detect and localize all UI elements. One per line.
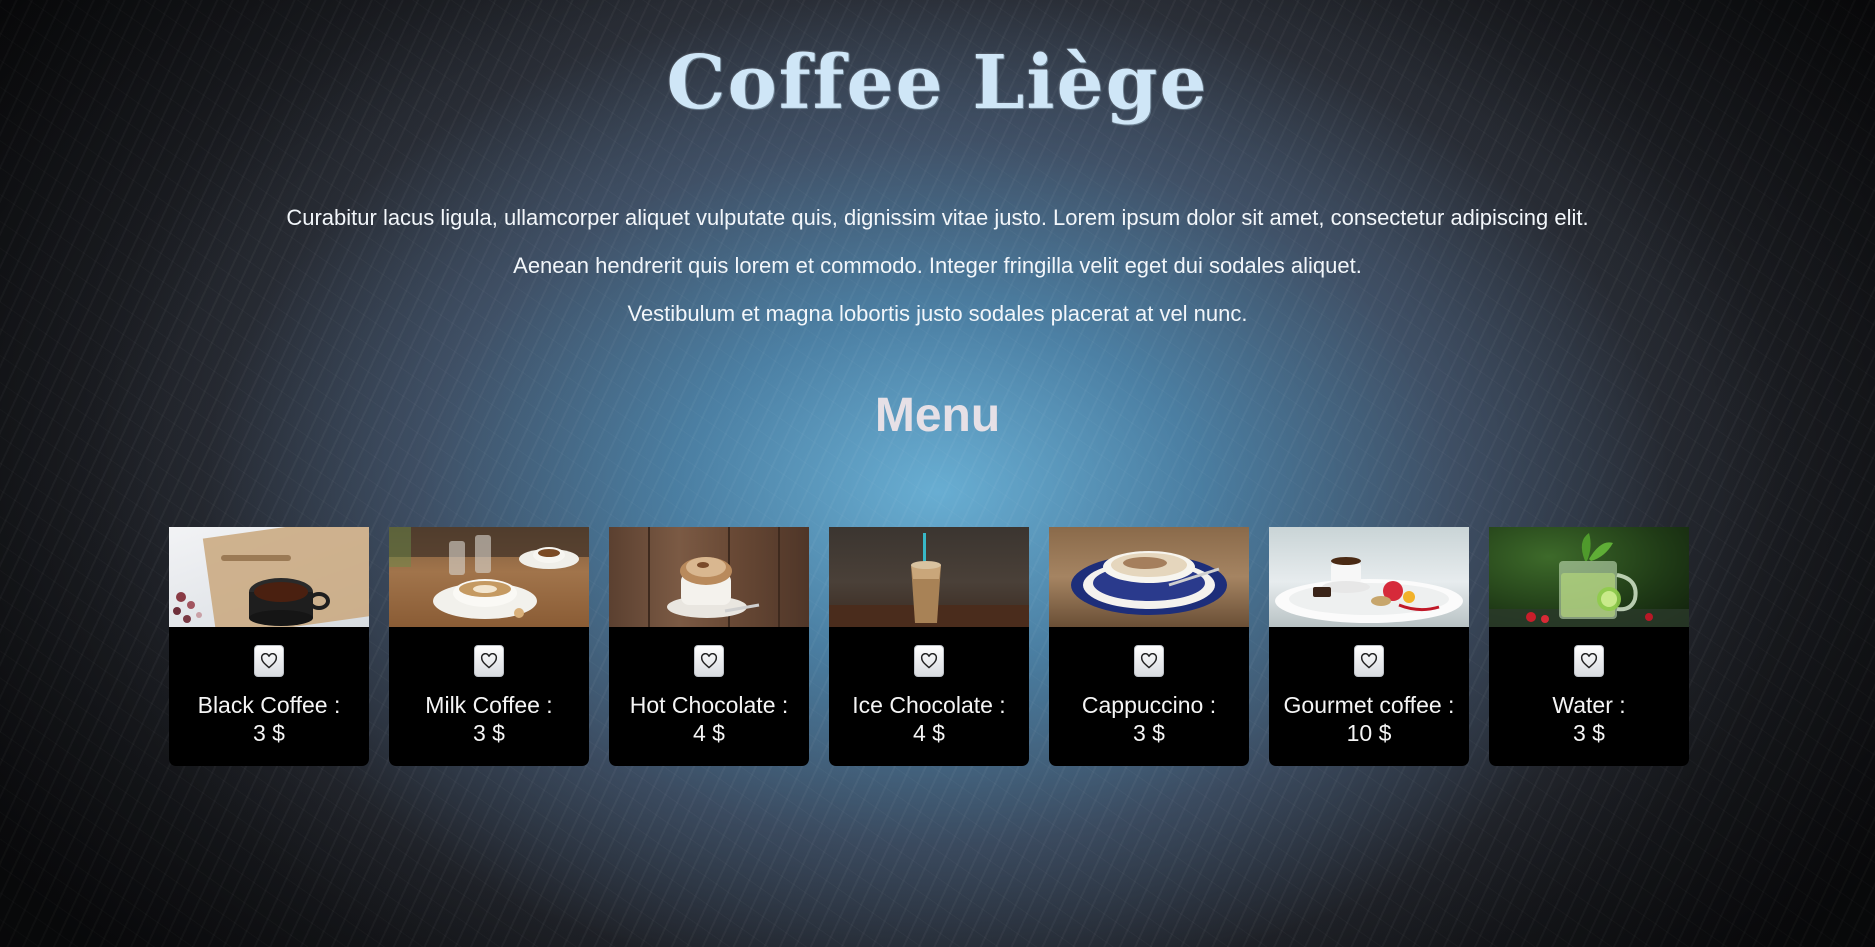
black-coffee-photo [169, 527, 369, 627]
favorite-button[interactable] [914, 645, 944, 677]
heart-icon [700, 653, 718, 669]
favorite-button[interactable] [254, 645, 284, 677]
item-price: 3 $ [253, 720, 285, 746]
menu-card-cappuccino: Cappuccino : 3 $ [1049, 527, 1249, 766]
ice-chocolate-photo [829, 527, 1029, 627]
heart-icon [1360, 653, 1378, 669]
item-price: 3 $ [1573, 720, 1605, 746]
menu-card-black-coffee: Black Coffee : 3 $ [169, 527, 369, 766]
favorite-button[interactable] [694, 645, 724, 677]
item-name: Hot Chocolate : [629, 692, 789, 718]
item-name: Milk Coffee : [425, 692, 553, 718]
cappuccino-photo [1049, 527, 1249, 627]
heart-icon [260, 653, 278, 669]
site-title: Coffee Liège [666, 40, 1209, 126]
intro-text: Curabitur lacus ligula, ullamcorper aliq… [0, 194, 1875, 338]
intro-line: Aenean hendrerit quis lorem et commodo. … [513, 253, 1362, 278]
heart-icon [1580, 653, 1598, 669]
page-content: Coffee Liège Curabitur lacus ligula, ull… [0, 0, 1875, 947]
item-price: 4 $ [913, 720, 945, 746]
menu-card-hot-chocolate: Hot Chocolate : 4 $ [609, 527, 809, 766]
menu-card-water: Water : 3 $ [1489, 527, 1689, 766]
item-price: 3 $ [1133, 720, 1165, 746]
menu-card-gourmet-coffee: Gourmet coffee : 10 $ [1269, 527, 1469, 766]
item-name: Gourmet coffee : [1283, 692, 1455, 718]
menu-title: Menu [874, 389, 1001, 442]
favorite-button[interactable] [474, 645, 504, 677]
milk-coffee-photo [389, 527, 589, 627]
favorite-button[interactable] [1354, 645, 1384, 677]
intro-line: Vestibulum et magna lobortis justo sodal… [627, 301, 1248, 326]
favorite-button[interactable] [1134, 645, 1164, 677]
heart-icon [920, 653, 938, 669]
item-name: Cappuccino : [1081, 692, 1217, 718]
heart-icon [480, 653, 498, 669]
favorite-button[interactable] [1574, 645, 1604, 677]
water-photo [1489, 527, 1689, 627]
item-price: 3 $ [473, 720, 505, 746]
intro-line: Curabitur lacus ligula, ullamcorper aliq… [286, 205, 1589, 230]
item-price: 4 $ [693, 720, 725, 746]
item-price: 10 $ [1346, 720, 1392, 746]
item-name: Black Coffee : [197, 692, 341, 718]
hot-chocolate-photo [609, 527, 809, 627]
menu-cards: Black Coffee : 3 $ Milk Coffee: 3 $ Hot… [169, 527, 1689, 766]
heart-icon [1140, 653, 1158, 669]
item-name: Water : [1552, 692, 1626, 718]
item-name: Ice Chocolate : [852, 692, 1006, 718]
menu-card-ice-chocolate: Ice Chocolate : 4 $ [829, 527, 1029, 766]
gourmet-coffee-photo [1269, 527, 1469, 627]
menu-card-milk-coffee: Milk Coffee : 3 $ [389, 527, 589, 766]
